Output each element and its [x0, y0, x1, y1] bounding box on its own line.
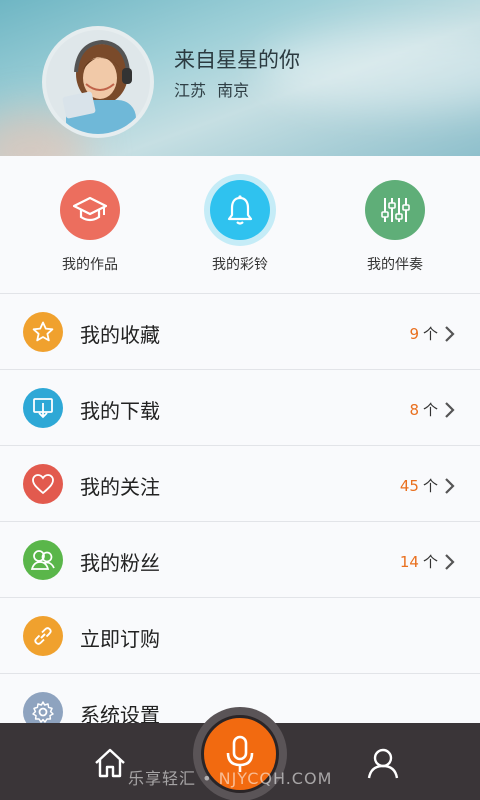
item-count: 8 个: [409, 399, 456, 420]
quick-action-accompaniment[interactable]: 我的伴奏: [335, 180, 455, 274]
avatar[interactable]: [42, 26, 154, 138]
quick-actions: 我的作品 我的彩铃 我的伴奏: [0, 156, 480, 293]
nickname: 来自星星的你: [174, 48, 300, 72]
star-icon: [23, 312, 63, 352]
quick-action-works[interactable]: 我的作品: [30, 180, 150, 274]
menu-item-label: 我的收藏: [80, 323, 160, 347]
chevron-right-icon: [445, 401, 455, 418]
quick-action-ringtone[interactable]: 我的彩铃: [180, 180, 300, 274]
quick-action-label: 我的作品: [62, 257, 118, 273]
chevron-right-icon: [445, 325, 455, 342]
watermark: 乐享轻汇 • NJYCQH.COM: [128, 769, 333, 788]
profile-header: 来自星星的你 江苏 南京: [0, 0, 480, 156]
menu-item-label: 我的下载: [80, 399, 160, 423]
download-icon: [23, 388, 63, 428]
chevron-right-icon: [445, 477, 455, 494]
bottom-nav: 乐享轻汇 • NJYCQH.COM: [0, 707, 480, 800]
count-unit: 个: [422, 401, 438, 419]
home-icon[interactable]: [90, 743, 130, 783]
user-icon[interactable]: [363, 743, 403, 783]
menu-item-downloads[interactable]: 我的下载 8 个: [0, 369, 480, 445]
heart-icon: [23, 464, 63, 504]
count-unit: 个: [422, 477, 438, 495]
menu-item-following[interactable]: 我的关注 45 个: [0, 445, 480, 521]
menu-item-subscribe[interactable]: 立即订购: [0, 597, 480, 673]
item-count: 9 个: [409, 323, 456, 344]
count-value: 9: [409, 324, 419, 343]
count-value: 45: [399, 476, 419, 495]
menu-item-label: 我的粉丝: [80, 551, 160, 575]
menu-item-fans[interactable]: 我的粉丝 14 个: [0, 521, 480, 597]
link-icon: [23, 616, 63, 656]
count-unit: 个: [422, 325, 438, 343]
menu-list: 我的收藏 9 个 我的下载 8 个 我的关注 45 个 我的粉丝 14 个 立即…: [0, 293, 480, 749]
count-value: 14: [399, 552, 419, 571]
menu-item-label: 立即订购: [80, 627, 160, 651]
chevron-right-icon: [445, 553, 455, 570]
equalizer-icon: [365, 180, 425, 240]
menu-item-label: 我的关注: [80, 475, 160, 499]
quick-action-label: 我的彩铃: [212, 257, 268, 273]
location: 江苏 南京: [174, 81, 250, 100]
quick-action-label: 我的伴奏: [367, 257, 423, 273]
fans-icon: [23, 540, 63, 580]
item-count: 14 个: [400, 551, 456, 572]
bell-icon: [210, 180, 270, 240]
menu-item-favorites[interactable]: 我的收藏 9 个: [0, 293, 480, 369]
graduation-cap-icon: [60, 180, 120, 240]
count-value: 8: [409, 400, 419, 419]
count-unit: 个: [422, 553, 438, 571]
item-count: 45 个: [400, 475, 456, 496]
